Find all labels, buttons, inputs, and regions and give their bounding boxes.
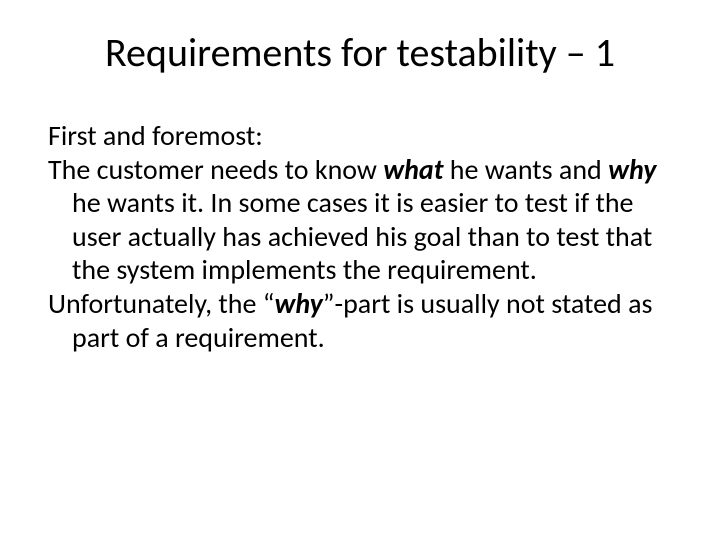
- text-fragment: he wants and: [443, 152, 608, 187]
- text-fragment: he wants it. In some cases it is easier …: [72, 185, 652, 287]
- slide-body: First and foremost: The customer needs t…: [48, 119, 672, 354]
- emphasis-what: what: [383, 152, 443, 187]
- paragraph-unfortunately: Unfortunately, the “why”-part is usually…: [48, 287, 672, 354]
- intro-line: First and foremost:: [48, 119, 672, 153]
- slide-container: Requirements for testability – 1 First a…: [0, 0, 720, 540]
- text-fragment: Unfortunately, the “: [48, 286, 274, 321]
- slide-title: Requirements for testability – 1: [48, 28, 672, 77]
- text-fragment: The customer needs to know: [48, 152, 383, 187]
- emphasis-why-quoted: why: [274, 286, 322, 321]
- paragraph-main: The customer needs to know what he wants…: [48, 153, 672, 287]
- emphasis-why: why: [608, 152, 656, 187]
